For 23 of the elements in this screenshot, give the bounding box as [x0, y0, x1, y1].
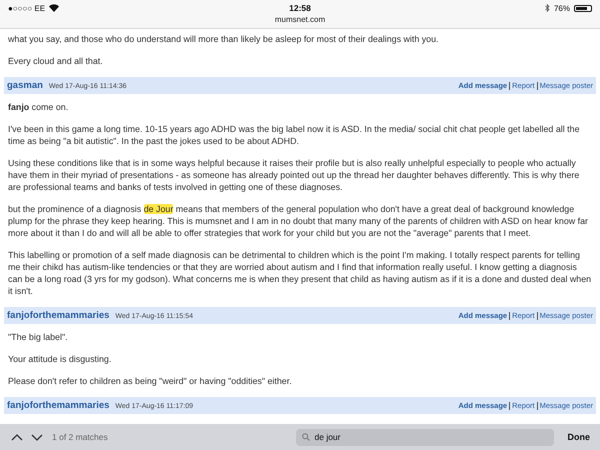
- author-link[interactable]: fanjoforthemammaries: [7, 310, 110, 321]
- address-bar[interactable]: mumsnet.com: [274, 15, 326, 24]
- post-text: I've been in this game a long time. 10-15 years ago ADHD was the big label now it is ASD. In the media/ social chit chat people get labelled all the time as being "a bit autistic". In the past the jokes used to be about ADHD.: [8, 123, 580, 147]
- carrier-label: ●○○○○ EE: [8, 4, 46, 12]
- clock: 12:58: [289, 3, 311, 13]
- search-icon: [302, 433, 310, 441]
- post-text: Every cloud and all that.: [8, 55, 104, 67]
- find-field[interactable]: de jour: [296, 428, 554, 446]
- post-text: This labelling or promotion of a self made diagnosis can be detrimental to children which is the point I'm making. I totally respect parents for telling me their chikd has autism-like tendencies or that they are worried about autism and I find that information really useful. I know getting a diagnosis can be a long road (3 yrs for my godson). What concerns me is when they present that child as having autism as if it is a done and dusted deal when it isn't.: [8, 249, 592, 297]
- battery-percent: 76%: [554, 4, 570, 12]
- done-button[interactable]: Done: [568, 432, 590, 442]
- bluetooth-icon: [544, 4, 550, 12]
- wifi-icon: [49, 4, 60, 12]
- match-count: 1 of 2 matches: [52, 432, 108, 442]
- author-link[interactable]: gasman: [7, 80, 43, 91]
- post-text: "The big label".: [8, 331, 69, 343]
- post-text: fanjo come on.: [8, 101, 70, 113]
- post-text: Your attitude is disgusting.: [8, 353, 112, 365]
- post-text: Using these conditions like that is in some ways helpful because it raises their profile but is also really unhelpful especially to people who actually have them in their myriad of presentations - as someone has already pointed out up the thread her daughter behaves differently. This is why there are professional teams and banks of tests involved in getting one of these diagnoses.: [8, 157, 580, 193]
- post-text: Please don't refer to children as being "weird" or having "oddities" either.: [8, 375, 293, 387]
- post-text: what you say, and those who do understand will more than likely be asleep for most of their dealings with you.: [8, 33, 440, 45]
- battery-icon: [574, 4, 592, 12]
- author-link[interactable]: fanjoforthemammaries: [7, 400, 110, 411]
